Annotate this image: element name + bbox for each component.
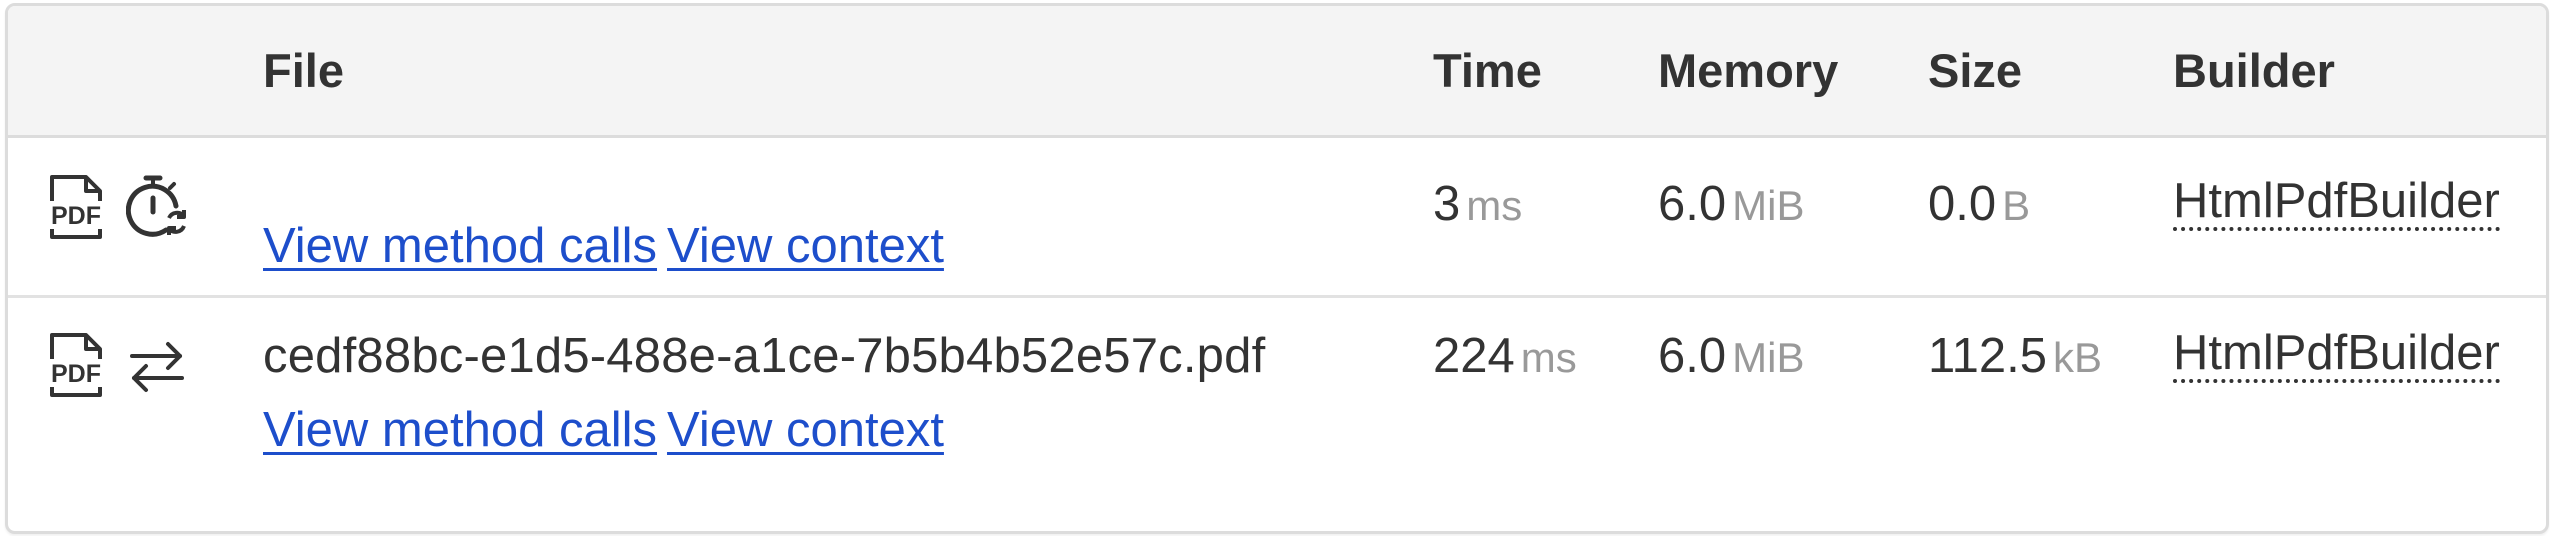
size-unit: B xyxy=(2002,181,2031,229)
file-name: cedf88bc-e1d5-488e-a1ce-7b5b4b52e57c.pdf xyxy=(263,328,1266,383)
row-links: View method calls View context xyxy=(263,168,1423,274)
row-icons-cell: PDF xyxy=(8,136,253,298)
generated-files-table: File Time Memory Size Builder PDF View m… xyxy=(5,3,2549,534)
time-cell: 3 ms xyxy=(1423,136,1648,298)
stopwatch-refresh-icon xyxy=(126,174,188,240)
table-row: PDF View method calls View context 3 ms … xyxy=(8,136,2546,298)
row-icons: PDF xyxy=(46,138,253,240)
pdf-file-icon: PDF xyxy=(46,174,106,240)
header-file: File xyxy=(253,6,1423,138)
memory-unit: MiB xyxy=(1732,181,1805,229)
file-name xyxy=(263,138,1423,168)
table-row: PDF cedf88bc-e1d5-488e-a1ce-7b5b4b52e57c… xyxy=(8,296,2546,528)
memory-value: 6.0 xyxy=(1658,328,1727,383)
builder-name[interactable]: HtmlPdfBuilder xyxy=(2173,327,2500,383)
time-unit: ms xyxy=(1466,181,1523,229)
size-unit: kB xyxy=(2052,333,2102,381)
memory-cell: 6.0 MiB xyxy=(1648,296,1918,528)
svg-text:PDF: PDF xyxy=(51,360,101,388)
file-cell: View method calls View context xyxy=(253,136,1423,298)
files-table: File Time Memory Size Builder PDF View m… xyxy=(8,6,2546,528)
time-value: 3 xyxy=(1433,176,1461,231)
row-icons: PDF xyxy=(46,298,253,398)
row-icons-cell: PDF xyxy=(8,296,253,528)
header-icons xyxy=(8,6,253,138)
view-context-link[interactable]: View context xyxy=(667,403,944,457)
size-cell: 112.5 kB xyxy=(1918,296,2163,528)
view-context-link[interactable]: View context xyxy=(667,219,944,273)
pdf-file-icon: PDF xyxy=(46,332,106,398)
table-header-row: File Time Memory Size Builder xyxy=(8,6,2546,138)
size-value: 112.5 xyxy=(1928,328,2047,383)
time-cell: 224 ms xyxy=(1423,296,1648,528)
memory-unit: MiB xyxy=(1732,333,1805,381)
builder-name[interactable]: HtmlPdfBuilder xyxy=(2173,175,2500,231)
svg-text:PDF: PDF xyxy=(51,202,101,230)
transfer-arrows-icon xyxy=(126,332,188,398)
view-method-calls-link[interactable]: View method calls xyxy=(263,219,657,273)
builder-cell: HtmlPdfBuilder xyxy=(2163,136,2546,298)
size-value: 0.0 xyxy=(1928,176,1997,231)
time-value: 224 xyxy=(1433,328,1515,383)
row-links: View method calls View context xyxy=(263,384,1423,458)
file-cell: cedf88bc-e1d5-488e-a1ce-7b5b4b52e57c.pdf… xyxy=(253,296,1423,528)
header-time: Time xyxy=(1423,6,1648,138)
memory-value: 6.0 xyxy=(1658,176,1727,231)
view-method-calls-link[interactable]: View method calls xyxy=(263,403,657,457)
size-cell: 0.0 B xyxy=(1918,136,2163,298)
time-unit: ms xyxy=(1520,333,1577,381)
memory-cell: 6.0 MiB xyxy=(1648,136,1918,298)
header-memory: Memory xyxy=(1648,6,1918,138)
header-builder: Builder xyxy=(2163,6,2546,138)
header-size: Size xyxy=(1918,6,2163,138)
builder-cell: HtmlPdfBuilder xyxy=(2163,296,2546,528)
